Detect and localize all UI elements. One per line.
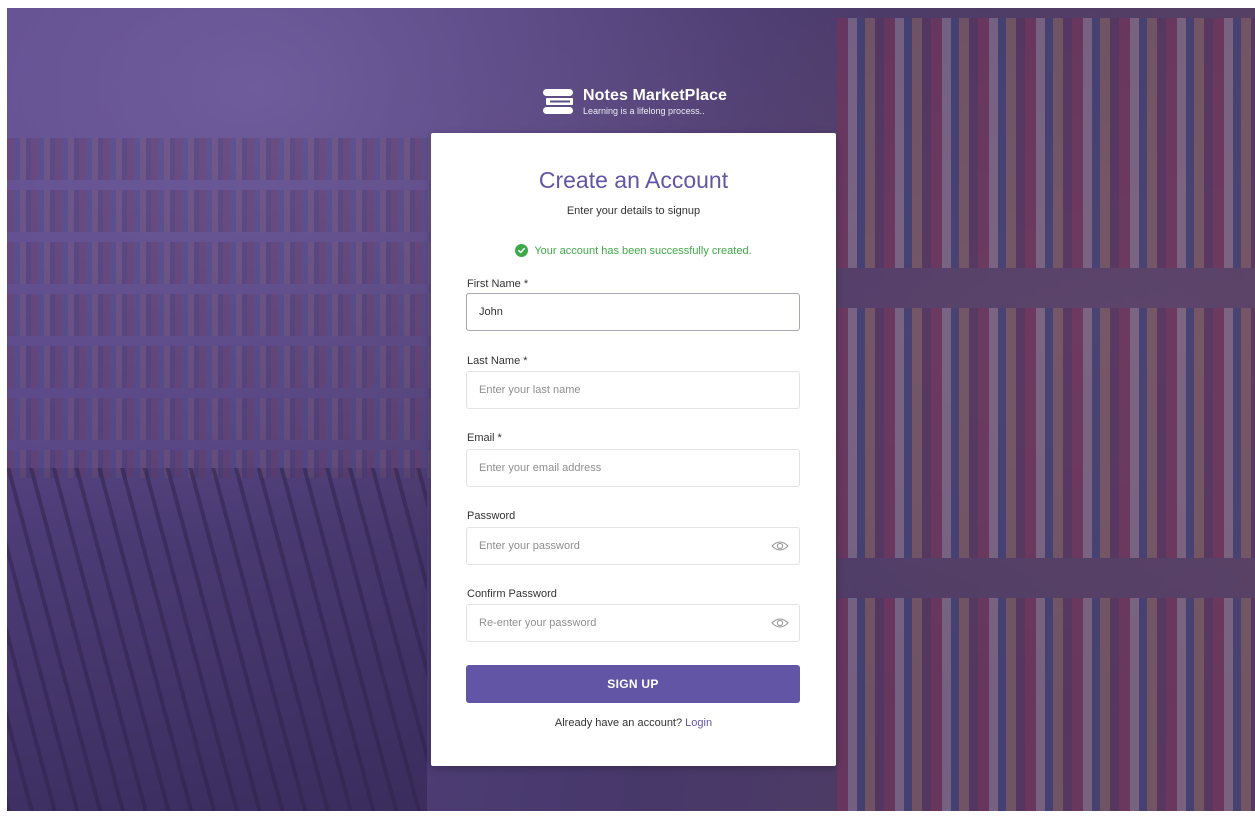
first-name-input[interactable] [467, 294, 799, 330]
first-name-label: First Name * [467, 278, 529, 290]
sign-up-button[interactable]: SIGN UP [466, 665, 800, 703]
signup-card: Create an Account Enter your details to … [431, 133, 836, 766]
brand-logo[interactable]: Notes MarketPlace Learning is a lifelong… [540, 82, 727, 122]
brand-tagline: Learning is a lifelong process.. [583, 106, 705, 116]
last-name-input[interactable] [467, 372, 799, 408]
page-subtitle: Enter your details to signup [566, 205, 701, 217]
book-stack-icon [543, 89, 573, 114]
last-name-field-wrapper [466, 371, 800, 409]
confirm-password-label: Confirm Password [467, 588, 557, 600]
success-text: Your account has been successfully creat… [534, 244, 752, 257]
eye-icon[interactable] [771, 616, 789, 630]
first-name-field-wrapper [466, 293, 800, 331]
eye-icon[interactable] [771, 539, 789, 553]
confirm-password-input[interactable] [467, 605, 799, 641]
last-name-label: Last Name * [467, 355, 528, 367]
password-input[interactable] [467, 528, 799, 564]
email-label: Email * [467, 432, 502, 444]
page-title: Create an Account [538, 167, 729, 193]
login-prompt-text: Already have an account? [554, 717, 683, 729]
password-field-wrapper [466, 527, 800, 565]
confirm-password-field-wrapper [466, 604, 800, 642]
email-input[interactable] [467, 450, 799, 486]
success-message: Your account has been successfully creat… [431, 244, 836, 257]
login-prompt: Already have an account? Login [431, 717, 836, 729]
email-field-wrapper [466, 449, 800, 487]
password-label: Password [467, 510, 516, 522]
login-link[interactable]: Login [685, 717, 712, 729]
check-circle-icon [515, 244, 529, 257]
brand-name: Notes MarketPlace [583, 87, 727, 104]
